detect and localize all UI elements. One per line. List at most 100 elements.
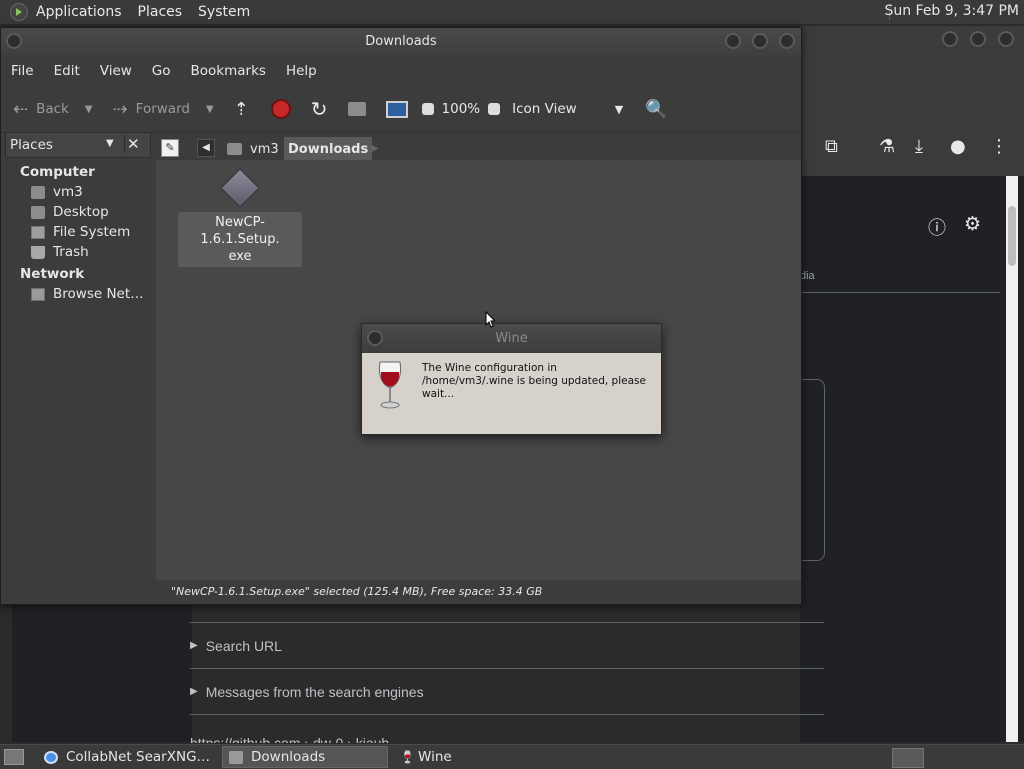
search-icon: 🔍 <box>645 98 668 120</box>
close-button[interactable] <box>779 33 795 49</box>
task-searxng[interactable]: CollabNet SearXNG… <box>38 747 216 767</box>
stop-icon <box>270 99 291 119</box>
sidebar-section-computer: Computer <box>20 164 95 180</box>
taskbar: CollabNet SearXNG… Downloads 🍷 Wine <box>0 744 1024 769</box>
close-sidebar-icon[interactable]: ✕ <box>124 135 140 153</box>
file-item-newcp-setup[interactable]: NewCP-1.6.1.Setup. exe <box>178 168 302 267</box>
wine-titlebar[interactable]: Wine <box>362 324 661 353</box>
file-name-line-2: exe <box>228 249 252 264</box>
window-title: Downloads <box>365 34 437 49</box>
sidebar-mode-label: Places <box>10 137 53 153</box>
minimize-button[interactable] <box>725 33 741 49</box>
zoom-control[interactable]: 100% <box>421 101 501 117</box>
up-arrow-icon: ⇡ <box>233 98 249 120</box>
task-downloads[interactable]: Downloads <box>222 746 389 768</box>
workspace-switcher[interactable] <box>892 748 924 768</box>
sidebar-item-label: Desktop <box>53 204 109 220</box>
trash-icon <box>31 245 45 259</box>
menu-edit[interactable]: Edit <box>44 63 90 79</box>
applications-menu[interactable]: Applications <box>28 4 130 20</box>
maximize-button[interactable] <box>970 31 986 47</box>
minimize-button[interactable] <box>942 31 958 47</box>
path-button-downloads[interactable]: Downloads <box>284 137 373 161</box>
search-button[interactable]: 🔍 <box>645 99 667 120</box>
toolbar: ⇠ Back ▼ ⇢ Forward ▼ ⇡ ↻ 100% Icon View … <box>1 86 801 133</box>
computer-button[interactable] <box>385 100 408 118</box>
path-button-vm3[interactable]: vm3 <box>223 137 283 161</box>
chevron-down-icon[interactable]: ▼ <box>106 138 114 149</box>
task-label: Wine <box>418 749 452 765</box>
maximize-button[interactable] <box>752 33 768 49</box>
result-url-row[interactable]: https://github.com › dw-0 › kiauh <box>190 714 824 743</box>
forward-button[interactable]: ⇢ Forward ▼ <box>113 99 214 120</box>
sidebar-item-file-system[interactable]: File System <box>5 220 151 240</box>
up-button[interactable]: ⇡ <box>234 99 257 120</box>
top-panel: Applications Places System Sun Feb 9, 3:… <box>0 0 1024 25</box>
menu-bookmarks[interactable]: Bookmarks <box>181 63 276 79</box>
zoom-out-icon[interactable] <box>421 103 434 115</box>
wine-dialog-title: Wine <box>495 331 528 346</box>
sidebar-item-vm3[interactable]: vm3 <box>5 180 151 200</box>
sidebar-item-label: File System <box>53 224 131 240</box>
chromium-icon <box>44 750 58 764</box>
view-mode-select[interactable]: Icon View ▼ <box>512 101 623 117</box>
zoom-in-icon[interactable] <box>488 103 501 115</box>
view-mode-value: Icon View <box>512 101 577 117</box>
text-location-toggle-icon[interactable]: ✎ <box>161 139 179 157</box>
back-button[interactable]: ⇠ Back ▼ <box>13 99 93 120</box>
chevron-down-icon: ▼ <box>614 102 624 116</box>
task-wine[interactable]: 🍷 Wine <box>394 747 458 767</box>
home-button[interactable] <box>347 102 366 116</box>
network-icon <box>31 287 45 301</box>
engine-messages-label: Messages from the search engines <box>205 683 424 700</box>
reload-button[interactable]: ↻ <box>311 97 336 121</box>
menu-help[interactable]: Help <box>276 63 327 79</box>
desktop-folder-icon <box>31 205 45 219</box>
forward-history-dropdown-icon[interactable]: ▼ <box>206 104 214 115</box>
triangle-right-icon: ▶ <box>190 640 198 651</box>
system-menu[interactable]: System <box>190 4 258 20</box>
path-scroll-right-icon[interactable]: ▶ <box>371 143 379 154</box>
show-desktop-icon[interactable] <box>4 749 24 765</box>
menubar: File Edit View Go Bookmarks Help <box>1 56 801 86</box>
mouse-pointer-icon <box>485 311 495 328</box>
home-folder-icon <box>31 185 45 199</box>
menu-go[interactable]: Go <box>142 63 181 79</box>
forward-arrow-icon: ⇢ <box>112 98 128 120</box>
sidebar: Places ▼ ✕ Computer vm3 Desktop File Sys… <box>5 132 151 602</box>
engine-messages-disclosure[interactable]: ▶ Messages from the search engines <box>190 668 824 714</box>
home-folder-icon <box>227 143 242 155</box>
close-button[interactable] <box>998 31 1014 47</box>
menu-view[interactable]: View <box>90 63 142 79</box>
wine-glass-icon <box>379 361 401 409</box>
path-vm3-label: vm3 <box>250 141 279 157</box>
back-label: Back <box>36 101 69 117</box>
places-menu[interactable]: Places <box>130 4 191 20</box>
clock[interactable]: Sun Feb 9, 3:47 PM <box>884 3 1019 19</box>
result-url[interactable]: https://github.com › dw-0 › kiauh <box>190 735 389 743</box>
window-menu-button[interactable] <box>367 330 383 346</box>
stop-button[interactable] <box>270 99 291 119</box>
task-label: Downloads <box>251 749 326 765</box>
file-manager-window: Downloads File Edit View Go Bookmarks He… <box>0 27 802 605</box>
sidebar-header[interactable]: Places ▼ ✕ <box>5 132 151 158</box>
path-scroll-left-icon[interactable]: ◀ <box>197 139 215 157</box>
menu-file[interactable]: File <box>1 63 44 79</box>
search-url-disclosure[interactable]: ▶ Search URL <box>190 622 824 668</box>
zoom-level: 100% <box>441 101 481 117</box>
file-manager-titlebar[interactable]: Downloads <box>1 28 801 56</box>
sidebar-item-label: Browse Net… <box>53 286 144 302</box>
sidebar-item-trash[interactable]: Trash <box>5 240 151 260</box>
folder-icon <box>229 750 244 764</box>
window-menu-button[interactable] <box>6 33 22 49</box>
search-url-label: Search URL <box>205 637 282 654</box>
path-downloads-label: Downloads <box>288 141 369 157</box>
sidebar-item-browse-network[interactable]: Browse Net… <box>5 282 151 302</box>
applications-logo-icon[interactable] <box>10 3 28 21</box>
back-arrow-icon: ⇠ <box>13 98 29 120</box>
drive-icon <box>31 225 45 239</box>
sidebar-item-desktop[interactable]: Desktop <box>5 200 151 220</box>
back-history-dropdown-icon[interactable]: ▼ <box>85 104 93 115</box>
triangle-right-icon: ▶ <box>190 686 198 697</box>
home-folder-icon <box>347 102 366 116</box>
